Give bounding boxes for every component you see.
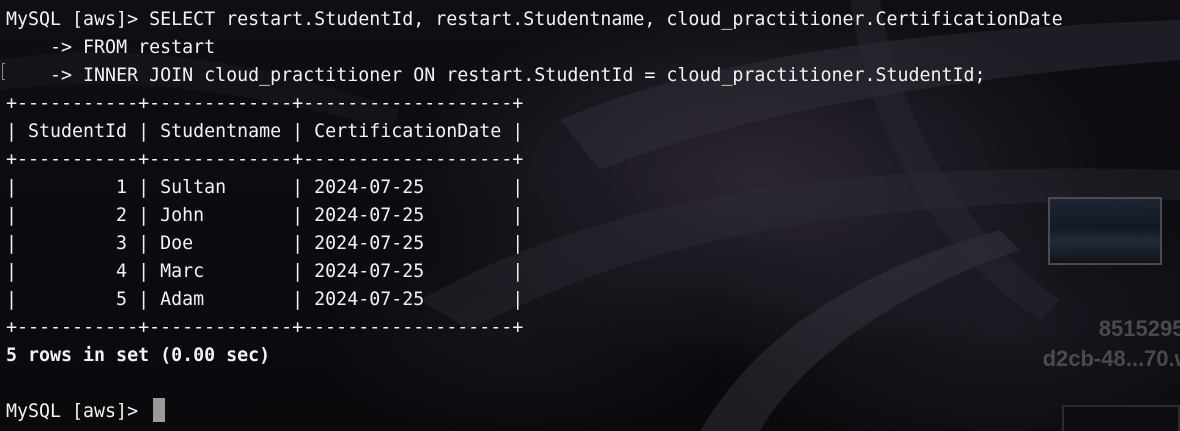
table-row: | 2 | John | 2024-07-25 | <box>6 205 524 226</box>
table-header: | StudentId | Studentname | Certificatio… <box>6 121 524 142</box>
query-text: SELECT restart.StudentId, restart.Studen… <box>149 9 1063 30</box>
table-row: | 4 | Marc | 2024-07-25 | <box>6 261 524 282</box>
continuation-prompt: -> <box>6 65 84 86</box>
terminal-output: MySQL [aws]> SELECT restart.StudentId, r… <box>6 6 1063 426</box>
table-border-mid: +-----------+-------------+-------------… <box>6 149 524 170</box>
result-summary: 5 rows in set (0.00 sec) <box>6 345 271 366</box>
query-line-2: -> FROM restart <box>6 34 1063 62</box>
table-border-bottom: +-----------+-------------+-------------… <box>6 317 524 338</box>
table-border-top: +-----------+-------------+-------------… <box>6 93 524 114</box>
desktop-file-label-line2: d2cb-48...70.we <box>1042 346 1180 371</box>
line-marker-icon <box>2 63 5 80</box>
query-text: FROM restart <box>83 37 216 58</box>
text-cursor[interactable] <box>153 398 166 422</box>
window-thumbnail-secondary[interactable] <box>1062 405 1180 431</box>
table-row: | 5 | Adam | 2024-07-25 | <box>6 289 524 310</box>
query-text: INNER JOIN cloud_practitioner ON restart… <box>83 65 986 86</box>
query-line-3: -> INNER JOIN cloud_practitioner ON rest… <box>6 62 1063 90</box>
desktop-file-label: 85152957- <box>1098 316 1180 341</box>
table-row: | 1 | Sultan | 2024-07-25 | <box>6 177 524 198</box>
query-line-1: MySQL [aws]> SELECT restart.StudentId, r… <box>6 6 1063 34</box>
prompt: MySQL [aws]> <box>6 9 150 30</box>
continuation-prompt: -> <box>6 37 84 58</box>
prompt: MySQL [aws]> <box>6 401 150 422</box>
table-row: | 3 | Doe | 2024-07-25 | <box>6 233 524 254</box>
input-line[interactable]: MySQL [aws]> <box>6 398 1063 426</box>
terminal-window[interactable]: 85152957- d2cb-48...70.we MySQL [aws]> S… <box>0 0 1180 431</box>
window-thumbnail[interactable] <box>1048 197 1162 265</box>
